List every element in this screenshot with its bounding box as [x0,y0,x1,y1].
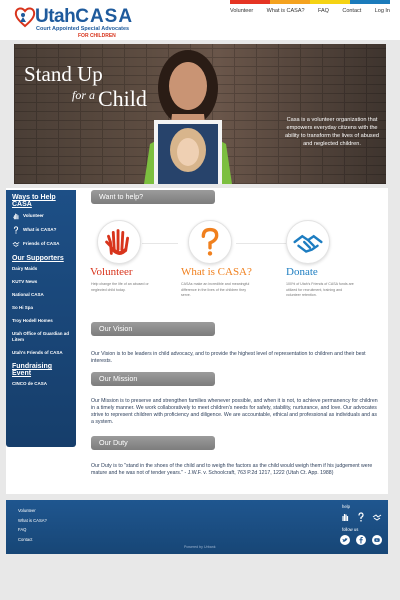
section-heading-duty: Our Duty [91,436,215,450]
what-is-casa-title[interactable]: What is CASA? [181,266,252,278]
mission-text: Our Mission is to preserve and strengthe… [91,398,378,425]
question-icon[interactable] [356,512,366,522]
volunteer-title[interactable]: Volunteer [90,266,133,278]
footer-help-label: help [342,504,350,509]
sidebar-item-what-is-casa[interactable]: What is CASA? [12,226,70,234]
hand-icon [105,229,130,255]
heart-family-icon [14,7,36,28]
logo-tagline: FOR CHILDREN [78,33,116,39]
volunteer-circle[interactable] [97,220,141,264]
hero-title-line2: for a [72,88,96,102]
footer-link-contact[interactable]: Contact [18,535,47,545]
footer-links: Volunteer What is CASA? FAQ Contact [18,506,47,544]
connector-line [236,243,286,244]
sidebar: Ways to Help CASA Volunteer What is CASA… [6,190,76,447]
hand-icon[interactable] [340,512,350,522]
footer-link-what-is-casa[interactable]: What is CASA? [18,516,47,526]
nav-faq[interactable]: FAQ [318,8,329,14]
sidebar-item-volunteer[interactable]: Volunteer [12,212,70,220]
nav-login[interactable]: Log In [375,8,390,14]
top-nav: Volunteer What is CASA? FAQ Contact Log … [230,4,390,18]
site-logo[interactable]: UtahCASA Court Appointed Special Advocat… [14,4,134,39]
twitter-icon[interactable] [340,535,350,545]
footer-follow-label: follow us [342,527,359,532]
nav-volunteer[interactable]: Volunteer [230,8,253,14]
hand-icon [13,213,19,220]
supporter-link[interactable]: KUTV News [12,279,70,285]
nav-contact[interactable]: Contact [342,8,361,14]
hero-banner: Stand Up for a Child Casa is a volunteer… [14,44,386,184]
donate-text: 100% of Utah's Friends of CASA funds are… [286,282,354,297]
site-header: UtahCASA Court Appointed Special Advocat… [0,0,400,40]
youtube-icon[interactable] [372,535,382,545]
connector-line [142,243,178,244]
sidebar-heading-fundraising[interactable]: Fundraising Event [12,363,70,377]
powered-by[interactable]: Powered by Urbank [184,545,216,549]
vision-text: Our Vision is to be leaders in child adv… [91,351,366,364]
supporter-link[interactable]: National CASA [12,292,70,298]
facebook-icon[interactable] [356,535,366,545]
site-footer: Volunteer What is CASA? FAQ Contact help… [6,500,388,554]
section-heading-want-to-help: Want to help? [91,190,215,204]
donate-circle[interactable] [286,220,330,264]
nav-what-is-casa[interactable]: What is CASA? [267,8,305,14]
supporter-link[interactable]: So Hi Spa [12,305,70,311]
logo-subtitle: Court Appointed Special Advocates [36,26,130,32]
handshake-icon [293,234,323,253]
supporter-link[interactable]: Utah Office of Guardian ad Litem [12,331,70,343]
supporter-link[interactable]: Utah's Friends of CASA [12,350,70,356]
duty-text: Our Duty is to "stand in the shoes of th… [91,463,373,476]
footer-link-faq[interactable]: FAQ [18,525,47,535]
sidebar-item-friends-of-casa[interactable]: Friends of CASA [12,240,70,248]
what-is-casa-text: CASAs make an incredible and meaningful … [181,282,250,297]
woman-holding-child-photo [144,50,232,184]
event-link[interactable]: CINCO de CASA [12,381,70,387]
hero-description: Casa is a volunteer organization that em… [285,117,379,147]
supporter-link[interactable]: Troy Hodell Homes [12,318,70,324]
volunteer-text: Help change the life of an abused or neg… [91,282,149,292]
handshake-icon[interactable] [372,512,382,522]
hero-title-line1: Stand Up [24,62,103,86]
supporter-link[interactable]: Dairy Maids [12,266,70,272]
donate-title[interactable]: Donate [286,266,318,278]
what-is-casa-circle[interactable] [188,220,232,264]
footer-link-volunteer[interactable]: Volunteer [18,506,47,516]
section-heading-vision: Our Vision [91,322,215,336]
handshake-icon [12,241,20,247]
sidebar-heading-supporters[interactable]: Our Supporters [12,255,70,262]
section-heading-mission: Our Mission [91,372,215,386]
question-icon [201,227,219,256]
sidebar-heading-ways[interactable]: Ways to Help CASA [12,194,70,208]
logo-title: UtahCASA [35,6,134,27]
question-icon [13,226,19,234]
